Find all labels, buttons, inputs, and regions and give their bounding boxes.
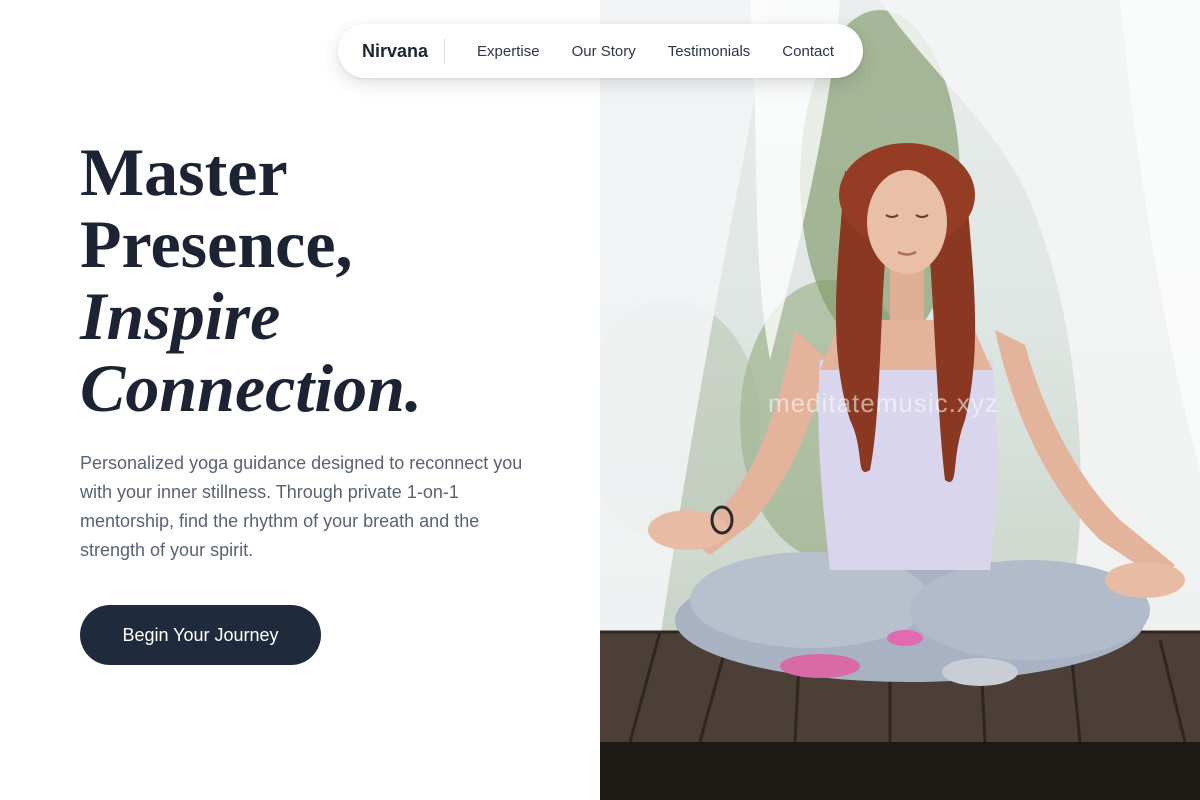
hero-heading: Master Presence, Inspire Connection.: [80, 136, 580, 424]
nav-link-expertise[interactable]: Expertise: [477, 43, 540, 60]
top-navigation: Nirvana Expertise Our Story Testimonials…: [338, 24, 863, 78]
photo-watermark: meditatemusic.xyz: [768, 388, 999, 418]
nav-link-testimonials[interactable]: Testimonials: [668, 43, 751, 60]
hero-heading-line-1: Master: [80, 134, 288, 210]
brand-logo-text[interactable]: Nirvana: [362, 38, 446, 64]
nav-links: Expertise Our Story Testimonials Contact: [461, 43, 850, 60]
nav-link-contact[interactable]: Contact: [782, 43, 834, 60]
hero-heading-line-2: Presence,: [80, 206, 353, 282]
nav-link-our-story[interactable]: Our Story: [572, 43, 636, 60]
hero-description: Personalized yoga guidance designed to r…: [80, 453, 523, 560]
hero-heading-line-4: Connection.: [80, 350, 422, 426]
begin-journey-button[interactable]: Begin Your Journey: [80, 605, 321, 665]
hero-heading-line-3: Inspire: [80, 278, 281, 354]
hero-photo: meditatemusic.xyz: [600, 0, 1200, 800]
